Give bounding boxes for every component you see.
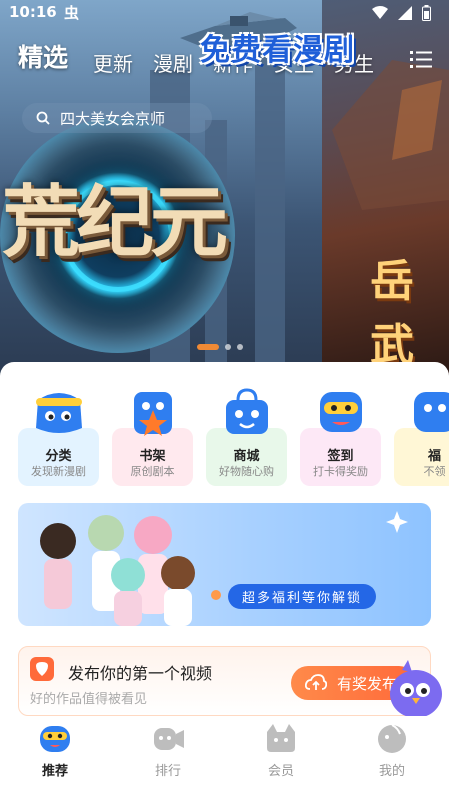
category-sub: 不领	[423, 465, 446, 478]
category-label: 书架	[139, 449, 166, 464]
recommend-icon	[40, 726, 70, 752]
warrior-art	[332, 60, 449, 210]
category-label: 商城	[233, 449, 260, 464]
wifi-icon	[372, 6, 388, 19]
tab-comic-drama[interactable]: 漫剧	[153, 48, 193, 77]
promo-characters-art	[40, 515, 221, 626]
bookshelf-icon	[134, 392, 172, 436]
category-sub: 好物随心购	[219, 465, 274, 478]
nav-item-profile[interactable]: 我的	[352, 716, 432, 800]
search-icon	[36, 111, 50, 125]
menu-icon[interactable]	[410, 50, 432, 68]
profile-icon	[378, 724, 406, 753]
tab-featured[interactable]: 精选	[18, 38, 68, 74]
category-item-shop[interactable]: 商城 好物随心购	[206, 388, 287, 486]
category-item-checkin[interactable]: 签到 打卡得奖励	[300, 388, 381, 486]
tab-updates[interactable]: 更新	[93, 48, 133, 77]
category-sub: 原创剧本	[130, 465, 175, 478]
category-item-classify[interactable]: 分类 发现新漫剧	[18, 388, 99, 486]
nav-item-recommend[interactable]: 推荐	[15, 716, 95, 800]
nav-label: 推荐	[41, 764, 68, 779]
nav-label: 我的	[378, 764, 405, 779]
category-label: 签到	[327, 449, 354, 464]
post-title: 发布你的第一个视频	[68, 664, 213, 683]
category-sub: 打卡得奖励	[313, 465, 368, 478]
nav-label: 排行	[154, 764, 181, 779]
ranking-icon	[154, 728, 184, 750]
nav-item-ranking[interactable]: 排行	[128, 716, 208, 800]
category-row: 分类 发现新漫剧 书架 原创剧本 商城 好物随心购 签到 打卡得奖励 福 不领	[18, 388, 449, 486]
video-upload-icon	[30, 657, 54, 681]
category-label: 福	[427, 449, 441, 464]
search-bar[interactable]: 四大美女会京师	[22, 103, 212, 133]
checkin-icon	[320, 392, 362, 432]
nav-item-member[interactable]: 会员	[241, 716, 321, 800]
nav-label: 会员	[267, 764, 294, 779]
promo-title: 免费看漫剧	[200, 33, 355, 68]
signal-icon	[398, 6, 412, 20]
category-item-welfare[interactable]: 福 不领	[394, 388, 449, 486]
banner-side-title-art: 岳武	[370, 256, 414, 371]
promo-subtitle: 超多福利等你解锁	[228, 584, 377, 609]
status-bar: 10:16 虫	[0, 0, 449, 28]
upload-icon	[305, 674, 327, 690]
notification-icon: 虫	[64, 4, 80, 22]
status-time: 10:16	[9, 3, 57, 21]
mascot-bird-icon	[390, 660, 442, 718]
carousel-indicator	[197, 344, 243, 350]
carousel-dot	[237, 344, 243, 350]
carousel-dot-active	[197, 344, 219, 350]
category-label: 分类	[45, 449, 72, 464]
bottom-nav: 推荐 排行 会员 我的	[0, 716, 449, 800]
shop-icon	[226, 388, 268, 434]
banner-title-art: 荒纪元	[2, 177, 228, 268]
category-item-bookshelf[interactable]: 书架 原创剧本	[112, 388, 193, 486]
member-icon	[267, 724, 295, 752]
search-placeholder: 四大美女会京师	[60, 109, 166, 128]
welfare-icon	[414, 392, 449, 432]
category-icon	[36, 393, 82, 433]
battery-icon	[422, 5, 431, 21]
carousel-dot	[225, 344, 231, 350]
star-decoration-icon	[386, 511, 408, 533]
post-subtitle: 好的作品值得被看见	[30, 692, 148, 707]
category-sub: 发现新漫剧	[31, 465, 86, 478]
